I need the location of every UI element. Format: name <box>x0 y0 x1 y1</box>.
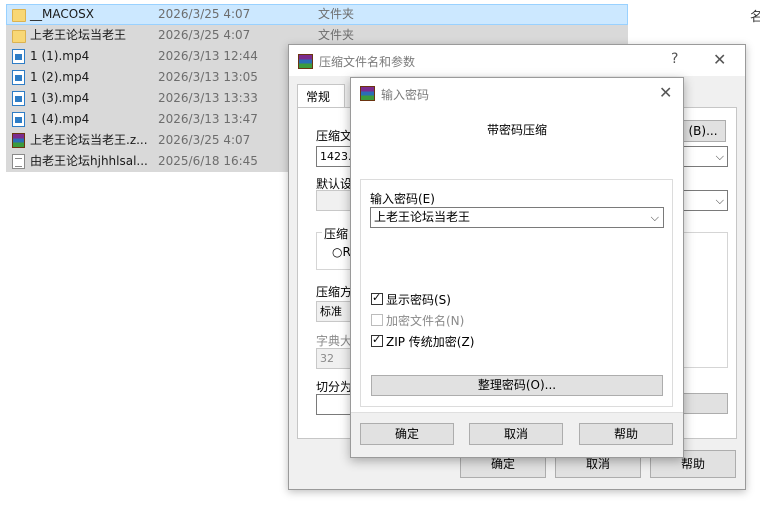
show-password-label: 显示密码(S) <box>386 293 451 307</box>
format-radio[interactable]: ○R <box>332 245 351 259</box>
enter-password-dialog: 输入密码 ✕ 带密码压缩 输入密码(E) 上老王论坛当老王 ⌵ 显示密码(S) … <box>350 77 684 458</box>
chevron-down-icon[interactable]: ⌵ <box>651 208 659 227</box>
mp4-file-icon <box>12 70 25 85</box>
tab-general[interactable]: 常规 <box>297 84 345 108</box>
file-date: 2026/3/13 13:05 <box>158 70 258 84</box>
file-date: 2026/3/13 13:33 <box>158 91 258 105</box>
file-name: __MACOSX <box>30 7 95 21</box>
file-name: 上老王论坛当老王 <box>30 28 127 42</box>
file-type: 文件夹 <box>318 28 355 42</box>
dialog-heading: 带密码压缩 <box>486 123 547 137</box>
help-icon[interactable]: ? <box>671 51 678 67</box>
file-name: 1 (3).mp4 <box>30 91 90 105</box>
file-row[interactable]: __MACOSX 2026/3/25 4:07 文件夹 <box>6 4 628 25</box>
password-label: 输入密码(E) <box>370 192 435 206</box>
close-icon[interactable]: ✕ <box>659 83 672 102</box>
dialog-titlebar[interactable]: 输入密码 ✕ <box>351 78 683 109</box>
ok-button[interactable]: 确定 <box>360 423 454 445</box>
archive-name-label: 压缩文 <box>316 129 353 143</box>
file-date: 2026/3/25 4:07 <box>158 7 251 21</box>
archive-options-group <box>682 232 728 368</box>
file-name: 由老王论坛hjhhlsal... <box>30 154 148 168</box>
file-row[interactable]: 上老王论坛当老王 2026/3/25 4:07 文件夹 <box>6 25 628 46</box>
file-name: 1 (2).mp4 <box>30 70 90 84</box>
mp4-file-icon <box>12 49 25 64</box>
file-name: 1 (4).mp4 <box>30 112 90 126</box>
folder-icon <box>12 30 26 43</box>
file-date: 2026/3/13 13:47 <box>158 112 258 126</box>
close-icon[interactable]: ✕ <box>713 50 726 69</box>
file-type: 文件夹 <box>318 7 355 21</box>
browse-button[interactable]: (B)... <box>680 120 726 142</box>
encrypt-filenames-label: 加密文件名(N) <box>386 314 465 328</box>
encrypt-filenames-checkbox[interactable] <box>371 314 383 326</box>
footer-separator <box>351 412 683 413</box>
dialog-body: 带密码压缩 输入密码(E) 上老王论坛当老王 ⌵ 显示密码(S) 加密文件名(N… <box>351 109 683 412</box>
file-name: 1 (1).mp4 <box>30 49 90 63</box>
archive-format-label: 压缩 <box>322 225 351 242</box>
file-date: 2025/6/18 16:45 <box>158 154 258 168</box>
file-date: 2026/3/25 4:07 <box>158 28 251 42</box>
password-group: 输入密码(E) 上老王论坛当老王 ⌵ 显示密码(S) 加密文件名(N) ZIP … <box>360 179 673 407</box>
folder-icon <box>12 9 26 22</box>
archive-name-dropdown-tail[interactable]: ⌵ <box>682 146 728 167</box>
file-name: 上老王论坛当老王.z... <box>30 133 148 147</box>
organize-passwords-button[interactable]: 整理密码(O)... <box>371 375 663 396</box>
password-input[interactable]: 上老王论坛当老王 ⌵ <box>370 207 664 228</box>
zip-legacy-encryption-label: ZIP 传统加密(Z) <box>386 335 475 349</box>
winrar-icon <box>298 54 313 69</box>
winrar-icon <box>360 86 375 101</box>
dialog-title: 压缩文件名和参数 <box>319 55 416 69</box>
chevron-down-icon: ⌵ <box>715 194 724 207</box>
mp4-file-icon <box>12 112 25 127</box>
show-password-checkbox[interactable] <box>371 291 383 305</box>
mp4-file-icon <box>12 91 25 106</box>
file-date: 2026/3/13 12:44 <box>158 49 258 63</box>
chevron-down-icon: ⌵ <box>715 150 724 163</box>
text-file-icon <box>12 154 25 169</box>
edge-glyph: 名 <box>750 10 760 25</box>
zip-legacy-encryption-checkbox[interactable] <box>371 333 383 347</box>
dictionary-size-label: 字典大 <box>316 334 353 348</box>
dialog-titlebar[interactable]: 压缩文件名和参数 ? ✕ <box>289 45 745 76</box>
rar-archive-icon <box>12 133 25 148</box>
profile-dropdown-tail[interactable]: ⌵ <box>682 190 728 211</box>
password-value: 上老王论坛当老王 <box>374 210 471 224</box>
split-volumes-label: 切分为 <box>316 380 353 394</box>
set-password-button-tail[interactable] <box>682 393 728 414</box>
dialog-title: 输入密码 <box>381 88 430 102</box>
help-button[interactable]: 帮助 <box>579 423 673 445</box>
compression-method-label: 压缩方 <box>316 285 353 299</box>
cancel-button[interactable]: 取消 <box>469 423 563 445</box>
file-date: 2026/3/25 4:07 <box>158 133 251 147</box>
